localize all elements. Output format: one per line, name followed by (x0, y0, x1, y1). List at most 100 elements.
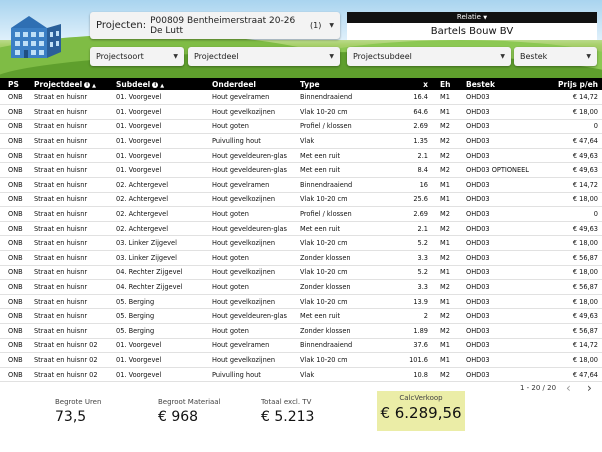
filter-projectdeel[interactable]: Projectdeel ▼ (188, 47, 340, 66)
filter-bestek[interactable]: Bestek ▼ (514, 47, 597, 66)
column-header-ps[interactable]: PS (0, 78, 26, 90)
column-header-prijs[interactable]: Prijs p/eh (544, 78, 602, 90)
summary-label: Totaal excl. TV (261, 398, 312, 406)
summary-value: 73,5 (55, 409, 87, 425)
cell-ps: ONB (0, 192, 26, 208)
chevron-left-icon[interactable]: ‹ (566, 381, 571, 395)
cell-x: 1.89 (392, 323, 432, 339)
table-row[interactable]: ONB Straat en huisnr 02. Achtergevel Hout g… (0, 192, 602, 208)
filter-projectsubdeel[interactable]: Projectsubdeel ▼ (347, 47, 511, 66)
cell-ps: ONB (0, 235, 26, 252)
cell-type: Vlak 10-20 cm (292, 294, 392, 310)
cell-ps: ONB (0, 352, 26, 368)
cell-onderdeel: Hout goten (204, 119, 292, 135)
table-row[interactable]: ONB Straat en huisnr 05. Berging Hout gevel… (0, 308, 602, 324)
cell-onderdeel: Hout geveldeuren-glas (204, 308, 292, 324)
column-header-eh[interactable]: Eh (432, 78, 458, 90)
table-row[interactable]: ONB Straat en huisnr 03. Linker Zijgevel Ho… (0, 235, 602, 252)
cell-prijs: € 56,87 (544, 250, 602, 266)
cell-ps: ONB (0, 104, 26, 120)
cell-type: Vlak (292, 133, 392, 149)
cell-bestek: OHD03 (458, 119, 544, 135)
table-row[interactable]: ONB Straat en huisnr 01. Voorgevel Hout gev… (0, 104, 602, 120)
cell-type: Zonder klossen (292, 250, 392, 266)
cell-x: 2.1 (392, 221, 432, 237)
cell-prijs: 0 (544, 206, 602, 222)
table-row[interactable]: ONB Straat en huisnr 04. Rechter Zijgevel H… (0, 279, 602, 295)
relatie-label: Relatie (456, 13, 481, 21)
cell-eh: M1 (432, 177, 458, 193)
cell-type: Zonder klossen (292, 323, 392, 339)
table-row[interactable]: ONB Straat en huisnr 04. Rechter Zijgevel H… (0, 265, 602, 281)
table-row[interactable]: ONB Straat en huisnr 05. Berging Hout goten… (0, 323, 602, 339)
cell-ps: ONB (0, 250, 26, 266)
data-table: PS Projectdeel i ▲ Subdeel i ▲ Onderdeel Typ… (0, 78, 602, 383)
cell-projectdeel: Straat en huisnr (26, 221, 108, 237)
cell-ps: ONB (0, 148, 26, 164)
cell-eh: M2 (432, 250, 458, 266)
cell-bestek: OHD03 (458, 352, 544, 368)
cell-subdeel: 03. Linker Zijgevel (108, 235, 204, 252)
table-row[interactable]: ONB Straat en huisnr 02 01. Voorgevel Puivu… (0, 367, 602, 383)
column-header-x[interactable]: x (392, 78, 432, 90)
caret-down-icon: ▼ (329, 53, 334, 60)
cell-prijs: € 18,00 (544, 294, 602, 310)
table-row[interactable]: ONB Straat en huisnr 01. Voorgevel Hout gev… (0, 90, 602, 106)
chevron-right-icon[interactable]: › (587, 381, 592, 395)
table-row[interactable]: ONB Straat en huisnr 05. Berging Hout gevel… (0, 294, 602, 310)
summary-calcverkoop: CalcVerkoop € 6.289,56 (377, 391, 465, 431)
cell-onderdeel: Hout gevelkozijnen (204, 352, 292, 368)
column-header-onderdeel[interactable]: Onderdeel (204, 78, 292, 90)
table-row[interactable]: ONB Straat en huisnr 02. Achtergevel Hout g… (0, 177, 602, 193)
table-header: PS Projectdeel i ▲ Subdeel i ▲ Onderdeel Typ… (0, 78, 602, 90)
table-row[interactable]: ONB Straat en huisnr 01. Voorgevel Hout got… (0, 119, 602, 135)
cell-prijs: € 18,00 (544, 352, 602, 368)
column-header-projectdeel[interactable]: Projectdeel i ▲ (26, 78, 108, 90)
table-row[interactable]: ONB Straat en huisnr 01. Voorgevel Hout gev… (0, 162, 602, 179)
cell-subdeel: 04. Rechter Zijgevel (108, 265, 204, 281)
column-header-type[interactable]: Type (292, 78, 392, 90)
cell-subdeel: 01. Voorgevel (108, 352, 204, 368)
column-header-bestek[interactable]: Bestek (458, 78, 544, 90)
column-header-subdeel[interactable]: Subdeel i ▲ (108, 78, 204, 90)
summary-value: € 6.289,56 (380, 404, 462, 422)
cell-projectdeel: Straat en huisnr (26, 177, 108, 193)
project-label: Projecten: (96, 20, 147, 31)
cell-prijs: € 49,63 (544, 221, 602, 237)
cell-bestek: OHD03 (458, 338, 544, 354)
cell-eh: M1 (432, 338, 458, 354)
cell-x: 37.6 (392, 338, 432, 354)
cell-subdeel: 05. Berging (108, 294, 204, 310)
table-row[interactable]: ONB Straat en huisnr 01. Voorgevel Puivulli… (0, 133, 602, 149)
cell-prijs: € 47,64 (544, 133, 602, 149)
project-value: P00809 Bentheimerstraat 20-26 De Lutt (150, 15, 296, 36)
cell-type: Profiel / klossen (292, 206, 392, 222)
cell-projectdeel: Straat en huisnr (26, 206, 108, 222)
cell-prijs: € 56,87 (544, 323, 602, 339)
cell-eh: M1 (432, 235, 458, 252)
cell-projectdeel: Straat en huisnr (26, 119, 108, 135)
cell-prijs: € 49,63 (544, 148, 602, 164)
cell-x: 16 (392, 177, 432, 193)
cell-x: 64.6 (392, 104, 432, 120)
cell-x: 3.3 (392, 250, 432, 266)
filter-projectsoort[interactable]: Projectsoort ▼ (90, 47, 184, 66)
table-row[interactable]: ONB Straat en huisnr 02. Achtergevel Hout g… (0, 206, 602, 222)
table-row[interactable]: ONB Straat en huisnr 02 01. Voorgevel Hout … (0, 352, 602, 368)
cell-type: Binnendraaiend (292, 338, 392, 354)
cell-eh: M1 (432, 90, 458, 106)
cell-onderdeel: Puivulling hout (204, 367, 292, 383)
table-row[interactable]: ONB Straat en huisnr 02. Achtergevel Hout g… (0, 221, 602, 237)
table-row[interactable]: ONB Straat en huisnr 02 01. Voorgevel Hout … (0, 338, 602, 354)
cell-x: 101.6 (392, 352, 432, 368)
cell-prijs: € 18,00 (544, 104, 602, 120)
relatie-dropdown[interactable]: Relatie ▼ (347, 12, 597, 23)
cell-bestek: OHD03 (458, 148, 544, 164)
caret-down-icon: ▼ (500, 53, 505, 60)
project-select[interactable]: Projecten: P00809 Bentheimerstraat 20-26… (90, 12, 340, 39)
table-row[interactable]: ONB Straat en huisnr 03. Linker Zijgevel Ho… (0, 250, 602, 266)
cell-subdeel: 05. Berging (108, 323, 204, 339)
table-row[interactable]: ONB Straat en huisnr 01. Voorgevel Hout gev… (0, 148, 602, 164)
cell-eh: M1 (432, 294, 458, 310)
cell-onderdeel: Hout goten (204, 250, 292, 266)
